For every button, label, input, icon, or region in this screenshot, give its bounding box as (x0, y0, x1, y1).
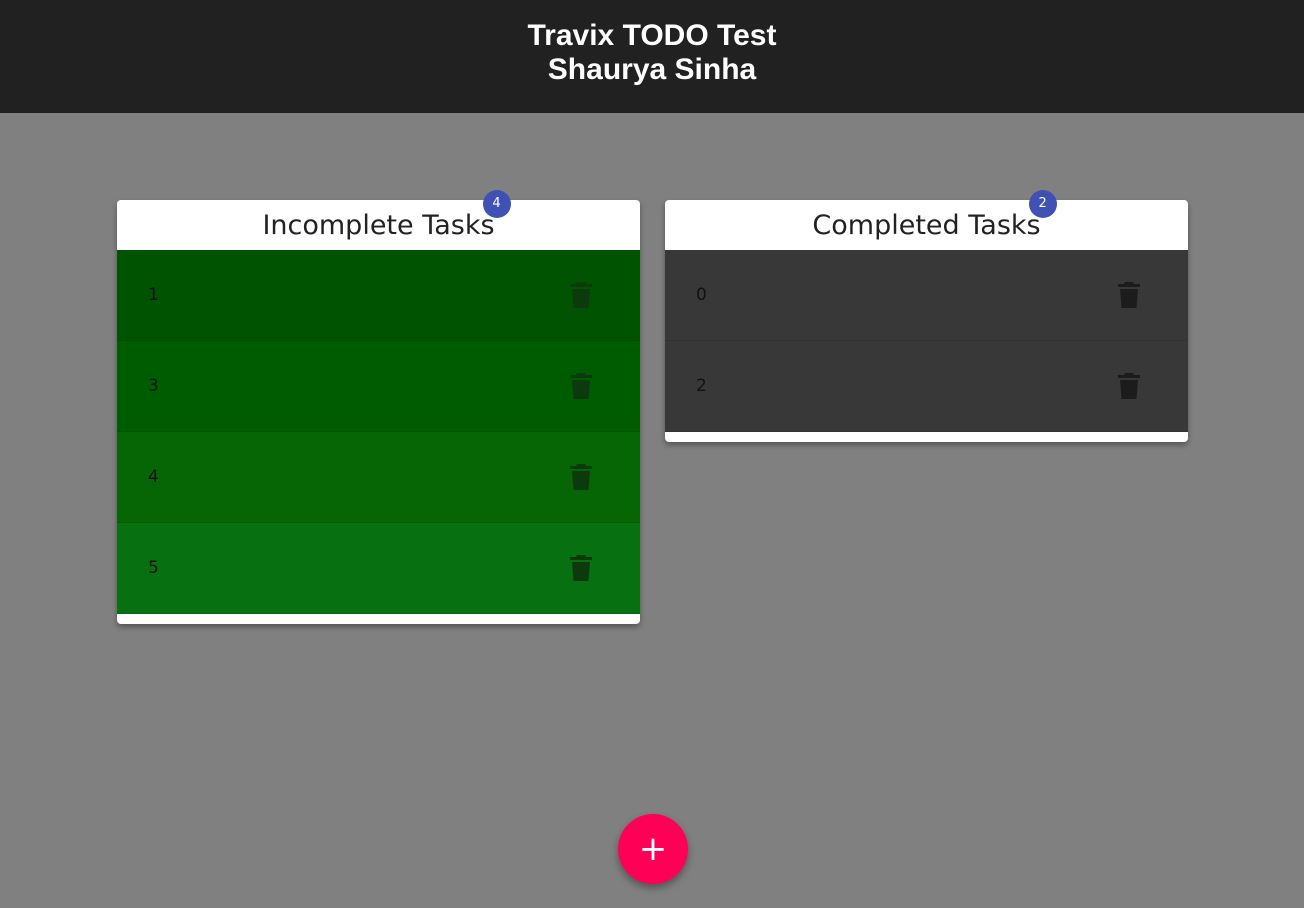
completed-tasks-header: Completed Tasks 2 (665, 189, 1188, 250)
task-row[interactable]: 3 (117, 341, 640, 432)
trash-icon[interactable] (570, 373, 592, 399)
completed-count-badge: 2 (1028, 189, 1057, 218)
add-task-button[interactable]: + (618, 814, 688, 884)
task-label: 1 (148, 285, 159, 305)
trash-icon[interactable] (570, 282, 592, 308)
plus-icon: + (638, 829, 668, 869)
task-row[interactable]: 4 (117, 432, 640, 523)
trash-icon[interactable] (1118, 282, 1140, 308)
author-name: Shaurya Sinha (547, 52, 757, 86)
incomplete-tasks-card: Incomplete Tasks 4 1 3 4 5 (117, 189, 640, 624)
completed-task-list: 0 2 (665, 250, 1188, 432)
completed-tasks-card: Completed Tasks 2 0 2 (665, 189, 1188, 442)
task-label: 3 (148, 376, 159, 396)
task-row[interactable]: 2 (665, 341, 1188, 432)
app-header: Travix TODO Test Shaurya Sinha (0, 0, 1304, 113)
completed-tasks-title: Completed Tasks (812, 209, 1041, 241)
trash-icon[interactable] (570, 555, 592, 581)
task-label: 2 (696, 376, 707, 396)
task-row[interactable]: 1 (117, 250, 640, 341)
task-label: 5 (148, 558, 159, 578)
trash-icon[interactable] (570, 464, 592, 490)
task-label: 4 (148, 467, 159, 487)
task-row[interactable]: 5 (117, 523, 640, 614)
incomplete-task-list: 1 3 4 5 (117, 250, 640, 614)
incomplete-tasks-title: Incomplete Tasks (262, 209, 495, 241)
trash-icon[interactable] (1118, 373, 1140, 399)
task-row[interactable]: 0 (665, 250, 1188, 341)
incomplete-tasks-header: Incomplete Tasks 4 (117, 189, 640, 250)
task-label: 0 (696, 285, 707, 305)
incomplete-count-badge: 4 (482, 189, 511, 218)
app-title: Travix TODO Test (527, 18, 777, 52)
